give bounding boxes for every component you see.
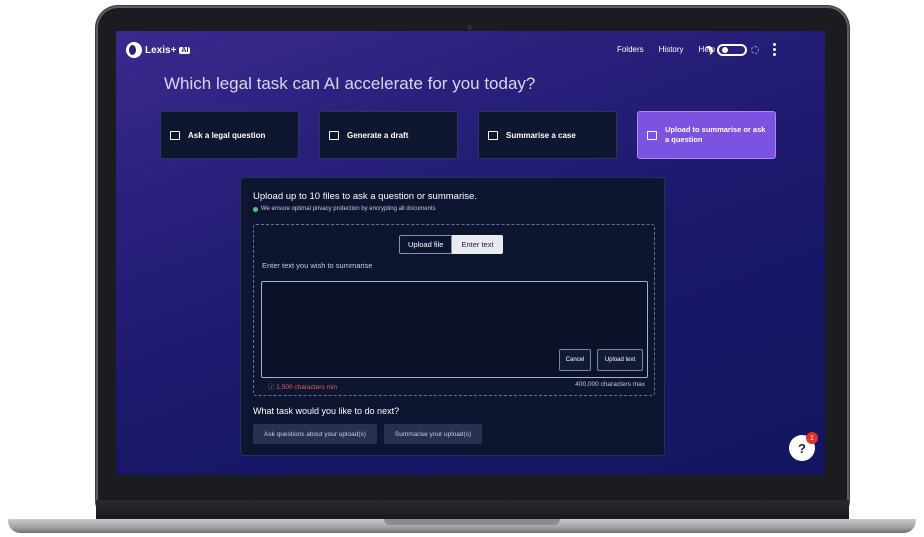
list-icon — [488, 130, 498, 140]
summarise-uploads-button[interactable]: Summarise your upload(s) — [383, 424, 483, 444]
notification-badge: 1 — [806, 432, 818, 444]
privacy-text: We ensure optimal privacy protection by … — [261, 206, 436, 212]
upload-panel: Upload up to 10 files to ask a question … — [240, 177, 665, 456]
shield-icon — [253, 206, 258, 212]
ask-questions-button[interactable]: Ask questions about your upload(s) — [253, 424, 377, 444]
brand-logo[interactable]: Lexis+ AI — [126, 42, 191, 58]
min-characters-hint: ⓘ 1,500 characters min — [268, 384, 338, 391]
upload-title: Upload up to 10 files to ask a question … — [253, 191, 477, 202]
moon-icon — [702, 44, 714, 56]
task-generate-draft[interactable]: Generate a draft — [319, 111, 458, 159]
summary-text-input[interactable]: Cancel Upload text — [261, 281, 648, 378]
upload-text-button[interactable]: Upload text — [597, 349, 643, 371]
tab-enter-text[interactable]: Enter text — [452, 235, 503, 254]
task-upload[interactable]: Upload to summarise or ask a question — [637, 111, 776, 159]
task-label: Ask a legal question — [188, 130, 266, 140]
privacy-note: We ensure optimal privacy protection by … — [253, 206, 436, 212]
more-options-icon[interactable] — [773, 43, 777, 56]
theme-toggle[interactable] — [704, 44, 759, 56]
upload-icon — [647, 130, 657, 140]
top-nav: Folders History Help — [617, 45, 715, 54]
cancel-button[interactable]: Cancel — [559, 349, 591, 371]
nav-history[interactable]: History — [659, 45, 684, 54]
brand-name: Lexis+ — [145, 44, 177, 56]
task-cards: Ask a legal question Generate a draft Su… — [160, 111, 776, 159]
nav-folders[interactable]: Folders — [617, 45, 644, 54]
tab-upload-file[interactable]: Upload file — [399, 235, 453, 254]
task-label: Summarise a case — [506, 130, 576, 140]
camera — [467, 25, 472, 30]
task-label: Upload to summarise or ask a question — [665, 125, 766, 144]
max-characters-hint: 400,000 characters max — [575, 381, 645, 388]
chat-icon — [170, 130, 180, 140]
page-title: Which legal task can AI accelerate for y… — [164, 74, 536, 93]
draft-icon — [329, 130, 339, 140]
task-summarise-case[interactable]: Summarise a case — [478, 111, 617, 159]
dropzone[interactable]: Upload file Enter text Enter text you wi… — [253, 224, 655, 396]
theme-switch[interactable] — [717, 44, 747, 56]
next-task-buttons: Ask questions about your upload(s) Summa… — [253, 424, 483, 444]
app-screen: Lexis+ AI Folders History Help Which leg… — [116, 31, 825, 475]
next-task-title: What task would you like to do next? — [253, 406, 400, 416]
sun-icon — [751, 46, 759, 54]
input-mode-toggle: Upload file Enter text — [399, 235, 503, 254]
lexis-logo-icon — [126, 42, 142, 58]
brand-badge: AI — [179, 46, 191, 54]
task-label: Generate a draft — [347, 130, 409, 140]
laptop-notch — [384, 519, 560, 525]
textarea-label: Enter text you wish to summarise — [262, 261, 373, 270]
task-ask-legal-question[interactable]: Ask a legal question — [160, 111, 299, 159]
top-bar: Lexis+ AI Folders History Help — [116, 31, 825, 69]
